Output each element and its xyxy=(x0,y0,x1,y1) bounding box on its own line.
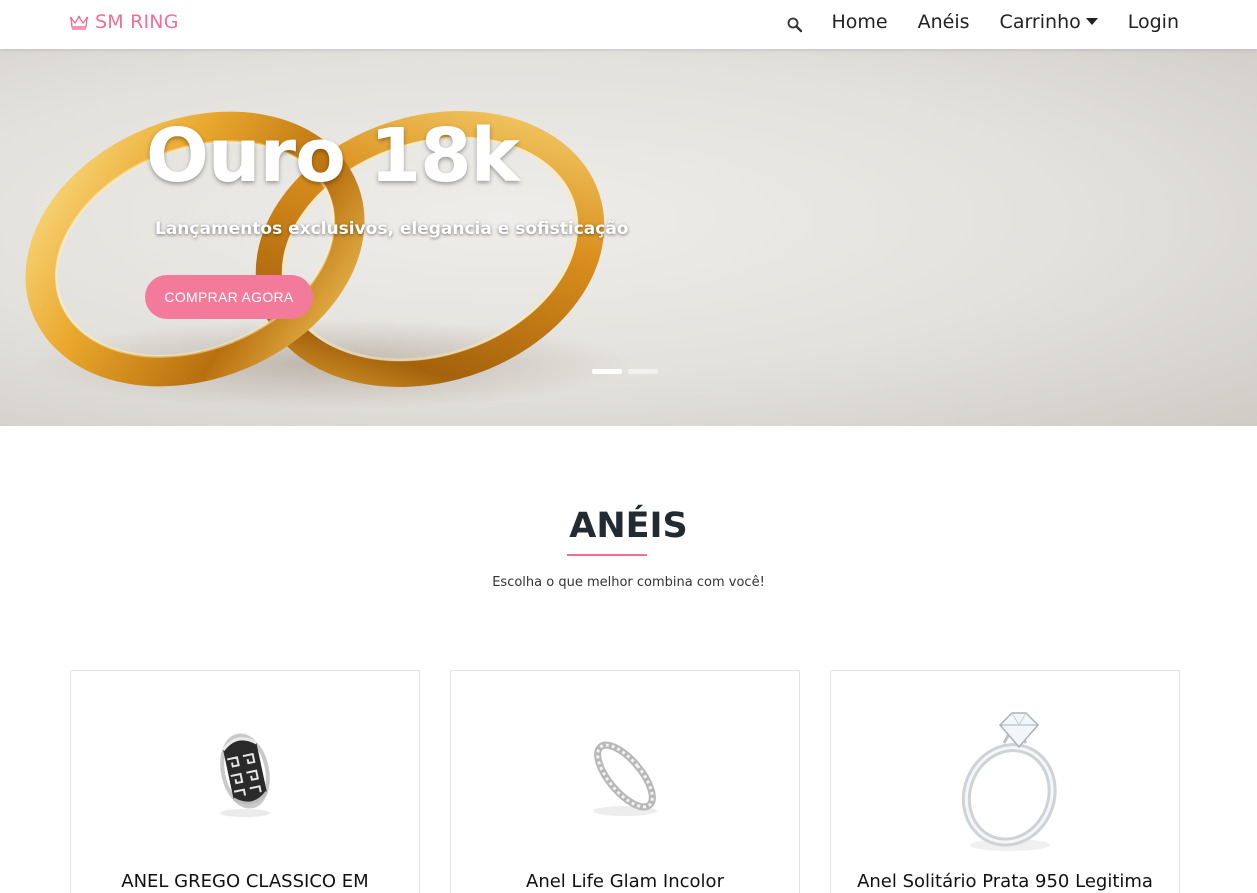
nav-link-home-label: Home xyxy=(831,11,888,33)
nav-link-aneis-label: Anéis xyxy=(917,11,970,33)
caret-down-icon xyxy=(1085,17,1098,25)
product-card[interactable]: Anel Solitário Prata 950 Legitima xyxy=(830,670,1180,893)
nav-link-aneis[interactable]: Anéis xyxy=(918,11,970,33)
solitaire-diamond-ring-image xyxy=(961,712,1057,851)
nav-links: Home Anéis Carrinho Login xyxy=(786,0,1179,44)
product-title: Anel Life Glam Incolor xyxy=(526,871,724,892)
top-navbar: SM RING Home Anéis Carrinho Login xyxy=(0,0,1257,49)
carousel-indicators xyxy=(592,369,658,374)
brand-logo[interactable]: SM RING xyxy=(69,11,179,33)
carousel-indicator-2[interactable] xyxy=(628,369,658,374)
hero-subtitle: Lançamentos exclusivos, elegancia e sofi… xyxy=(155,219,629,239)
nav-link-carrinho-dropdown[interactable]: Carrinho xyxy=(1000,11,1098,33)
nav-link-home[interactable]: Home xyxy=(832,11,888,33)
title-underline xyxy=(567,554,647,556)
product-card[interactable]: ANEL GREGO CLASSICO EM xyxy=(70,670,420,893)
hero-carousel: Ouro 18k Lançamentos exclusivos, eleganc… xyxy=(0,49,1257,426)
search-icon[interactable] xyxy=(786,16,804,34)
nav-link-carrinho-label: Carrinho xyxy=(999,11,1081,33)
nav-link-login-label: Login xyxy=(1127,11,1179,33)
carousel-indicator-1[interactable] xyxy=(592,369,622,374)
hero-title: Ouro 18k xyxy=(146,113,520,199)
section-subtitle: Escolha o que melhor combina com você! xyxy=(492,575,765,590)
product-card[interactable]: Anel Life Glam Incolor xyxy=(450,670,800,893)
brand-name: SM RING xyxy=(95,11,179,33)
product-title: Anel Solitário Prata 950 Legitima xyxy=(857,871,1153,892)
greek-pattern-ring-image xyxy=(220,733,270,817)
eternity-band-ring-image xyxy=(593,741,657,816)
product-title: ANEL GREGO CLASSICO EM xyxy=(121,871,369,892)
crown-icon xyxy=(69,15,89,30)
buy-now-button[interactable]: COMPRAR AGORA xyxy=(145,275,313,319)
nav-link-login[interactable]: Login xyxy=(1128,11,1179,33)
section-title: ANÉIS xyxy=(569,506,688,546)
